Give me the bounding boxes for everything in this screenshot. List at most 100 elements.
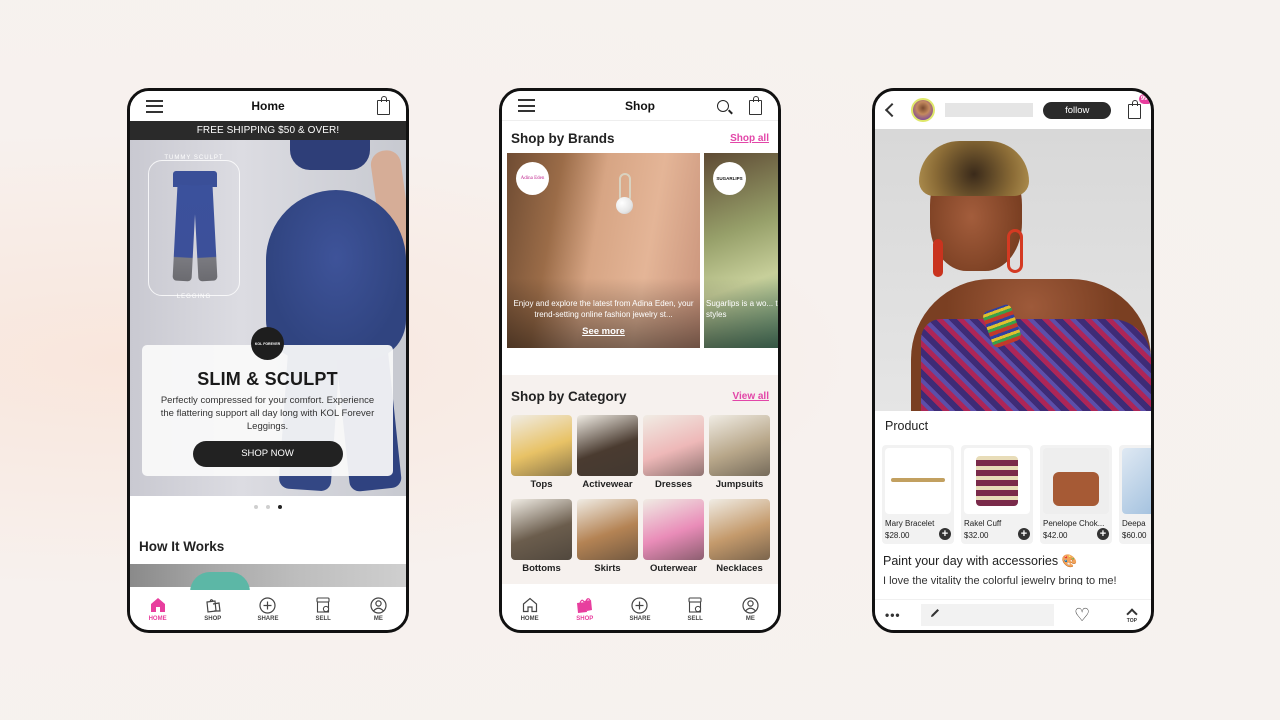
view-all-link[interactable]: View all <box>732 391 769 402</box>
storefront-icon <box>314 596 332 614</box>
add-to-cart-icon[interactable]: + <box>1097 528 1109 540</box>
category-label: Outerwear <box>650 563 697 574</box>
tab-label: ME <box>745 616 755 622</box>
category-item[interactable]: Necklaces <box>709 499 770 577</box>
tab-sell[interactable]: SELL <box>298 596 348 622</box>
add-to-cart-icon[interactable]: + <box>1018 528 1030 540</box>
product-image <box>964 448 1030 514</box>
post-photo[interactable] <box>875 129 1151 411</box>
category-item[interactable]: Dresses <box>643 415 704 493</box>
category-item[interactable]: Jumpsuits <box>709 415 770 493</box>
product-card[interactable]: Penelope Chok... $42.00 + <box>1040 445 1112 544</box>
product-name: Rakel Cuff <box>964 519 1002 528</box>
user-circle-icon <box>369 596 387 614</box>
category-item[interactable]: Tops <box>511 415 572 493</box>
add-to-cart-icon[interactable]: + <box>939 528 951 540</box>
promo-headline: SLIM & SCULPT <box>197 369 338 389</box>
cart-icon <box>1128 100 1142 119</box>
product-carousel[interactable]: Mary Bracelet $28.00 + Rakel Cuff $32.00 + Pen… <box>875 445 1151 544</box>
shopping-bags-icon <box>576 596 594 614</box>
shop-all-link[interactable]: Shop all <box>730 133 769 144</box>
photo-earring <box>1007 229 1023 273</box>
brand-card-adina-eden[interactable]: Adina Eden Enjoy and explore the latest … <box>507 153 700 348</box>
scroll-top-button[interactable]: TOP <box>1126 606 1138 624</box>
cart-button[interactable]: 99+ <box>1127 94 1151 119</box>
tab-me[interactable]: ME <box>353 596 403 622</box>
promo-card: SLIM & SCULPT Perfectly compressed for y… <box>142 345 393 476</box>
brands-title: Shop by Brands <box>511 130 615 146</box>
post-caption-title: Paint your day with accessories 🎨 <box>883 554 1078 568</box>
category-item[interactable]: Outerwear <box>643 499 704 577</box>
category-label: Dresses <box>655 479 692 490</box>
photo-hair <box>919 141 1029 196</box>
photo-earring <box>933 239 943 277</box>
category-item[interactable]: Activewear <box>577 415 638 493</box>
product-card[interactable]: Deepa $60.00 <box>1119 445 1151 544</box>
username-placeholder[interactable] <box>944 103 1034 117</box>
heart-icon[interactable]: ♡ <box>1074 605 1090 626</box>
more-icon[interactable]: ••• <box>885 608 911 622</box>
bottom-tab-bar: HOME SHOP SHARE SELL ME <box>130 590 406 630</box>
tab-sell[interactable]: SELL <box>670 596 720 622</box>
shopping-bags-icon <box>204 596 222 614</box>
avatar[interactable] <box>910 98 935 122</box>
category-label: Tops <box>530 479 553 490</box>
shipping-banner: FREE SHIPPING $50 & OVER! <box>130 121 406 140</box>
tab-label: SELL <box>687 616 703 622</box>
cart-icon[interactable] <box>749 95 762 115</box>
category-label: Skirts <box>594 563 621 574</box>
tab-label: SHOP <box>576 616 594 622</box>
phone-post-screen: follow 99+ Product Mary Bracelet $28.00 + R… <box>872 88 1154 633</box>
product-card[interactable]: Mary Bracelet $28.00 + <box>882 445 954 544</box>
carousel-dot[interactable] <box>266 505 270 509</box>
tab-shop[interactable]: SHOP <box>188 596 238 622</box>
carousel-dot[interactable] <box>254 505 258 509</box>
see-more-link[interactable]: See more <box>507 326 700 337</box>
tab-label: SELL <box>315 616 331 622</box>
product-label-top: TUMMY SCULPT <box>164 155 224 161</box>
product-section-title: Product <box>885 419 929 433</box>
category-item[interactable]: Bottoms <box>511 499 572 577</box>
post-action-bar: ••• ♡ TOP <box>875 599 1151 630</box>
brand-carousel[interactable]: Adina Eden Enjoy and explore the latest … <box>502 153 778 348</box>
category-label: Jumpsuits <box>715 479 764 490</box>
follow-button[interactable]: follow <box>1043 101 1112 119</box>
comment-input[interactable] <box>921 604 1054 626</box>
brands-header: Shop by Brands Shop all <box>502 121 778 149</box>
tab-shop[interactable]: SHOP <box>560 596 610 622</box>
category-item[interactable]: Skirts <box>577 499 638 577</box>
tab-label: SHARE <box>257 616 279 622</box>
hero-carousel[interactable]: TUMMY SCULPT LEGGING KOL FOREVER SLIM & … <box>130 140 406 496</box>
category-header: Shop by Category View all <box>502 385 778 407</box>
tab-me[interactable]: ME <box>725 596 775 622</box>
product-card[interactable]: Rakel Cuff $32.00 + <box>961 445 1033 544</box>
shop-now-button[interactable]: SHOP NOW <box>192 441 343 467</box>
carousel-dot-active[interactable] <box>278 505 282 509</box>
search-icon[interactable] <box>717 99 729 112</box>
tab-share[interactable]: SHARE <box>243 596 293 622</box>
category-image <box>709 499 770 560</box>
menu-icon[interactable] <box>146 99 163 113</box>
tab-share[interactable]: SHARE <box>615 596 665 622</box>
brand-card-sugarlips[interactable]: SUGARLIPS Sugarlips is a wo... that offe… <box>704 153 778 348</box>
carousel-indicator <box>130 505 406 509</box>
cart-icon[interactable] <box>377 96 390 115</box>
tab-home[interactable]: HOME <box>133 596 183 622</box>
phone-shop-screen: Shop Shop by Brands Shop all Adina Eden … <box>499 88 781 633</box>
phone-home-screen: Home FREE SHIPPING $50 & OVER! TUMMY SCU… <box>127 88 409 633</box>
tab-home[interactable]: HOME <box>505 596 555 622</box>
back-icon[interactable] <box>884 102 899 118</box>
post-header: follow 99+ <box>875 91 1151 129</box>
tab-label: HOME <box>520 616 539 622</box>
pearl-image <box>616 197 633 214</box>
brand-description: Enjoy and explore the latest from Adina … <box>513 299 694 319</box>
category-image <box>709 415 770 476</box>
menu-icon[interactable] <box>518 99 535 112</box>
product-name: Deepa <box>1122 519 1146 528</box>
category-image <box>577 415 638 476</box>
product-image <box>1122 448 1151 514</box>
how-it-works-title: How It Works <box>139 539 225 554</box>
product-image <box>1043 448 1109 514</box>
user-circle-icon <box>741 596 759 614</box>
home-icon <box>149 596 167 614</box>
